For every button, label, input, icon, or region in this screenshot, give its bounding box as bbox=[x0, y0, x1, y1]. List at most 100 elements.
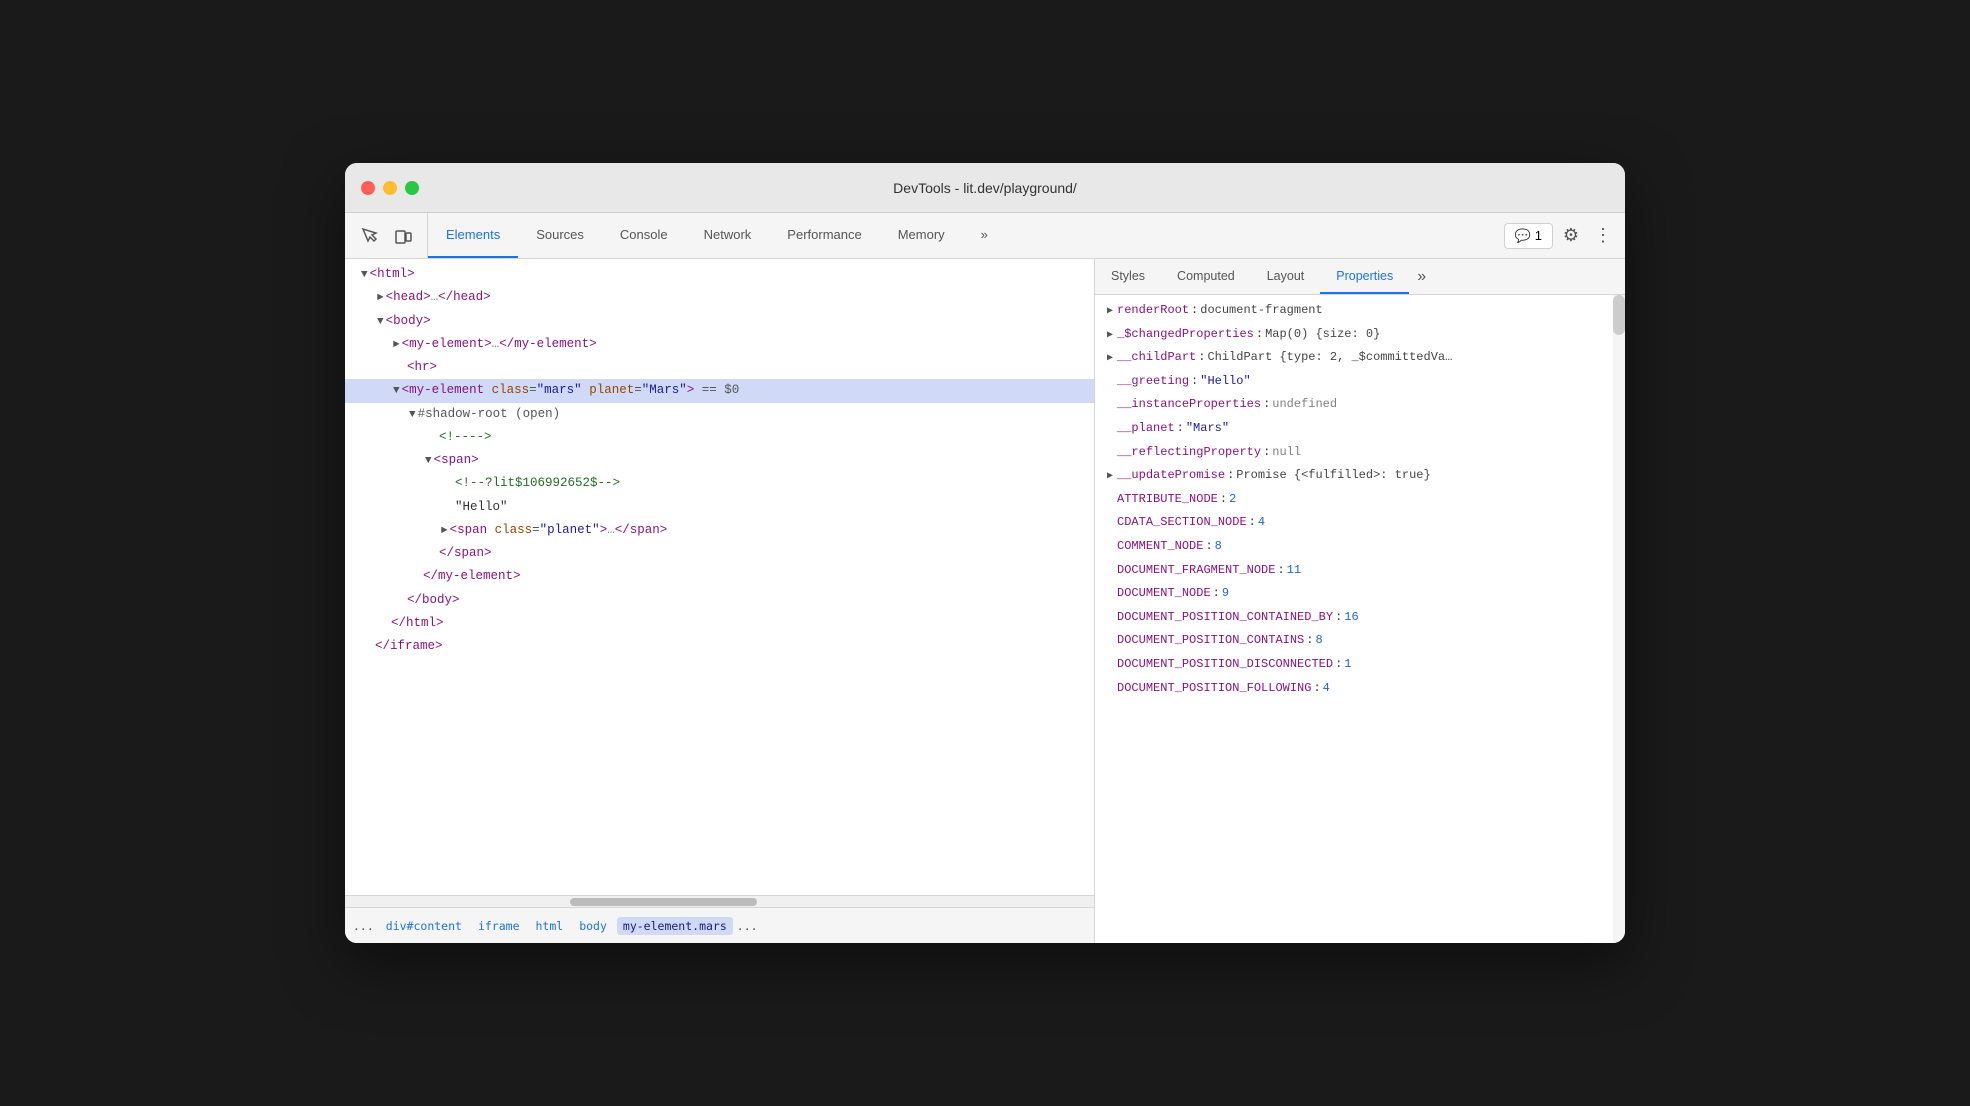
feedback-icon: 💬 bbox=[1515, 228, 1531, 244]
dom-line-body[interactable]: ▼<body> bbox=[345, 310, 1094, 333]
prop-cdata-node[interactable]: ▶ CDATA_SECTION_NODE : 4 bbox=[1095, 511, 1625, 535]
prop-reflectingprop[interactable]: ▶ __reflectingProperty : null bbox=[1095, 441, 1625, 465]
prop-greeting[interactable]: ▶ __greeting : "Hello" bbox=[1095, 370, 1625, 394]
prop-key-label: ATTRIBUTE_NODE bbox=[1117, 489, 1218, 511]
breadcrumb-item-div[interactable]: div#content bbox=[380, 917, 468, 935]
expand-icon[interactable]: ▶ bbox=[1107, 468, 1113, 486]
scrollbar-thumb-v[interactable] bbox=[1613, 295, 1625, 335]
expand-icon[interactable]: ▶ bbox=[1107, 327, 1113, 345]
props-panel: Styles Computed Layout Properties » bbox=[1095, 259, 1625, 943]
close-button[interactable] bbox=[361, 181, 375, 195]
prop-key-label: DOCUMENT_POSITION_FOLLOWING bbox=[1117, 678, 1311, 700]
title-bar: DevTools - lit.dev/playground/ bbox=[345, 163, 1625, 213]
prop-key-label: DOCUMENT_NODE bbox=[1117, 583, 1211, 605]
dom-line-html[interactable]: ▼<html> bbox=[345, 263, 1094, 286]
prop-renderroot[interactable]: ▶ renderRoot : document-fragment bbox=[1095, 299, 1625, 323]
prop-comment-node[interactable]: ▶ COMMENT_NODE : 8 bbox=[1095, 535, 1625, 559]
dom-line-head[interactable]: ►<head>…</head> bbox=[345, 286, 1094, 309]
window-title: DevTools - lit.dev/playground/ bbox=[893, 180, 1077, 196]
collapse-arrow[interactable]: ▼ bbox=[361, 269, 368, 281]
expand-icon[interactable]: ▶ bbox=[1107, 303, 1113, 321]
props-more-button[interactable]: » bbox=[1409, 259, 1434, 294]
dom-line-comment2[interactable]: <!--?lit$106992652$--> bbox=[345, 472, 1094, 495]
dom-line-html-close[interactable]: </html> bbox=[345, 612, 1094, 635]
breadcrumb-item-body[interactable]: body bbox=[573, 917, 613, 935]
devtools-window: DevTools - lit.dev/playground/ Elements … bbox=[345, 163, 1625, 943]
prop-doc-node[interactable]: ▶ DOCUMENT_NODE : 9 bbox=[1095, 582, 1625, 606]
dom-panel: ▼<html> ►<head>…</head> ▼<body> ►<my-ele… bbox=[345, 259, 1095, 943]
dom-line-my-element-selected[interactable]: ▼<my-element class="mars" planet="Mars">… bbox=[345, 379, 1094, 402]
prop-planet[interactable]: ▶ __planet : "Mars" bbox=[1095, 417, 1625, 441]
dom-tree[interactable]: ▼<html> ►<head>…</head> ▼<body> ►<my-ele… bbox=[345, 259, 1094, 895]
feedback-button[interactable]: 💬 1 bbox=[1504, 223, 1553, 249]
dom-line-comment1[interactable]: <!----> bbox=[345, 426, 1094, 449]
tab-console[interactable]: Console bbox=[602, 213, 686, 258]
tab-properties[interactable]: Properties bbox=[1320, 259, 1409, 294]
tab-memory[interactable]: Memory bbox=[880, 213, 963, 258]
prop-key-label: DOCUMENT_POSITION_CONTAINED_BY bbox=[1117, 607, 1333, 629]
collapse-arrow[interactable]: ► bbox=[441, 525, 448, 537]
toolbar-icon-group bbox=[345, 213, 428, 258]
prop-instanceprops[interactable]: ▶ __instanceProperties : undefined bbox=[1095, 393, 1625, 417]
main-content: ▼<html> ►<head>…</head> ▼<body> ►<my-ele… bbox=[345, 259, 1625, 943]
prop-doc-pos-following[interactable]: ▶ DOCUMENT_POSITION_FOLLOWING : 4 bbox=[1095, 677, 1625, 701]
breadcrumb-item-html[interactable]: html bbox=[530, 917, 570, 935]
prop-doc-pos-contains[interactable]: ▶ DOCUMENT_POSITION_CONTAINS : 8 bbox=[1095, 629, 1625, 653]
breadcrumb-item-iframe[interactable]: iframe bbox=[472, 917, 526, 935]
collapse-arrow[interactable]: ▼ bbox=[377, 316, 384, 328]
breadcrumb-dots[interactable]: ... bbox=[353, 919, 374, 933]
prop-changedprops[interactable]: ▶ _$changedProperties : Map(0) {size: 0} bbox=[1095, 323, 1625, 347]
dom-line-my-element-close[interactable]: </my-element> bbox=[345, 565, 1094, 588]
tab-performance[interactable]: Performance bbox=[769, 213, 879, 258]
horizontal-scrollbar[interactable] bbox=[345, 895, 1094, 907]
scrollbar-thumb-h[interactable] bbox=[570, 898, 757, 906]
dom-line-iframe-close[interactable]: </iframe> bbox=[345, 635, 1094, 658]
prop-childpart[interactable]: ▶ __childPart : ChildPart {type: 2, _$co… bbox=[1095, 346, 1625, 370]
toolbar-right-group: 💬 1 ⚙ ⋮ bbox=[1496, 213, 1625, 258]
tab-more[interactable]: » bbox=[963, 213, 1006, 258]
inspect-element-button[interactable] bbox=[353, 220, 385, 252]
maximize-button[interactable] bbox=[405, 181, 419, 195]
expand-icon[interactable]: ▶ bbox=[1107, 350, 1113, 368]
collapse-arrow[interactable]: ▼ bbox=[409, 409, 416, 421]
main-tabs: Elements Sources Console Network Perform… bbox=[428, 213, 1496, 258]
settings-button[interactable]: ⚙ bbox=[1557, 222, 1585, 250]
dom-line-span-open[interactable]: ▼<span> bbox=[345, 449, 1094, 472]
dom-line-span-close[interactable]: </span> bbox=[345, 542, 1094, 565]
prop-attribute-node[interactable]: ▶ ATTRIBUTE_NODE : 2 bbox=[1095, 488, 1625, 512]
dom-line-my-element-1[interactable]: ►<my-element>…</my-element> bbox=[345, 333, 1094, 356]
breadcrumb-item-my-element[interactable]: my-element.mars bbox=[617, 917, 733, 935]
dom-line-span-planet[interactable]: ►<span class="planet">…</span> bbox=[345, 519, 1094, 542]
collapse-arrow[interactable]: ▼ bbox=[425, 455, 432, 467]
traffic-lights bbox=[361, 181, 419, 195]
dom-line-hello-text[interactable]: "Hello" bbox=[345, 496, 1094, 519]
minimize-button[interactable] bbox=[383, 181, 397, 195]
prop-key-label: DOCUMENT_POSITION_CONTAINS bbox=[1117, 630, 1304, 652]
props-content[interactable]: ▶ renderRoot : document-fragment ▶ _$cha… bbox=[1095, 295, 1625, 943]
props-tabs: Styles Computed Layout Properties » bbox=[1095, 259, 1625, 295]
prop-doc-fragment-node[interactable]: ▶ DOCUMENT_FRAGMENT_NODE : 11 bbox=[1095, 559, 1625, 583]
dom-line-hr[interactable]: <hr> bbox=[345, 356, 1094, 379]
device-toolbar-button[interactable] bbox=[387, 220, 419, 252]
feedback-count: 1 bbox=[1535, 228, 1542, 243]
dom-line-body-close[interactable]: </body> bbox=[345, 589, 1094, 612]
tab-network[interactable]: Network bbox=[686, 213, 770, 258]
breadcrumb-more[interactable]: ... bbox=[737, 919, 758, 933]
prop-key-label: CDATA_SECTION_NODE bbox=[1117, 512, 1247, 534]
collapse-arrow[interactable]: ► bbox=[393, 339, 400, 351]
more-options-button[interactable]: ⋮ bbox=[1589, 222, 1617, 250]
tab-styles[interactable]: Styles bbox=[1095, 259, 1161, 294]
dom-line-shadow-root[interactable]: ▼#shadow-root (open) bbox=[345, 403, 1094, 426]
prop-doc-pos-contained[interactable]: ▶ DOCUMENT_POSITION_CONTAINED_BY : 16 bbox=[1095, 606, 1625, 630]
prop-doc-pos-disconnected[interactable]: ▶ DOCUMENT_POSITION_DISCONNECTED : 1 bbox=[1095, 653, 1625, 677]
prop-key-label: COMMENT_NODE bbox=[1117, 536, 1203, 558]
scrollbar-right[interactable] bbox=[1613, 295, 1625, 943]
tab-layout[interactable]: Layout bbox=[1251, 259, 1321, 294]
prop-updatepromise[interactable]: ▶ __updatePromise : Promise {<fulfilled>… bbox=[1095, 464, 1625, 488]
tab-elements[interactable]: Elements bbox=[428, 213, 518, 258]
collapse-arrow[interactable]: ▼ bbox=[393, 385, 400, 397]
tab-computed[interactable]: Computed bbox=[1161, 259, 1251, 294]
main-toolbar: Elements Sources Console Network Perform… bbox=[345, 213, 1625, 259]
collapse-arrow[interactable]: ► bbox=[377, 292, 384, 304]
tab-sources[interactable]: Sources bbox=[518, 213, 602, 258]
